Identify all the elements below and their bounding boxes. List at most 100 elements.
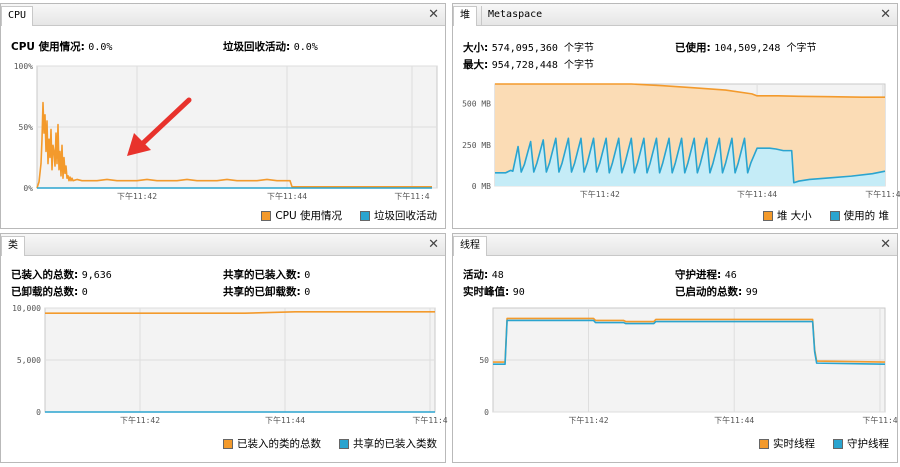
daemon-threads-stat: 守护进程: 46 — [675, 267, 737, 282]
cpu-titlebar: CPU ✕ — [1, 4, 445, 26]
cpu-usage-label: CPU 使用情况: — [11, 41, 85, 53]
legend-heap-size: 堆 大小 — [776, 210, 812, 222]
tab-classes[interactable]: 类 — [1, 236, 25, 256]
y-tick-label: 0 — [484, 408, 489, 417]
cpu-usage-stat: CPU 使用情况: 0.0% — [11, 39, 112, 54]
peak-threads-value: 90 — [512, 287, 525, 298]
y-tick-label: 50 — [479, 356, 489, 365]
close-icon[interactable]: ✕ — [880, 236, 891, 254]
legend-live-threads: 实时线程 — [773, 438, 815, 450]
gc-activity-value: 0.0% — [293, 42, 318, 53]
x-tick-label: 下午11:4 — [412, 415, 447, 425]
loaded-total-value: 9,636 — [81, 270, 112, 281]
y-tick-label: 500 MB — [462, 100, 491, 109]
legend-swatch-live — [759, 438, 769, 449]
x-tick-label: 下午11:44 — [714, 415, 754, 425]
peak-threads-stat: 实时峰值: 90 — [463, 284, 525, 299]
classes-chart-svg: 10,000 5,000 0 下午11:42 下午11:44 下午11:4 — [12, 304, 448, 425]
x-tick-label: 下午11:44 — [265, 415, 305, 425]
peak-threads-label: 实时峰值: — [463, 286, 510, 298]
heap-chart: 500 MB 250 MB 0 MB 下午11:42 下午11:44 下午11:4 — [453, 78, 900, 208]
y-tick-label: 0 — [36, 408, 41, 417]
legend-swatch-gc — [360, 210, 370, 221]
shared-loaded-value: 0 — [304, 270, 311, 281]
x-tick-label: 下午11:42 — [120, 415, 160, 425]
x-tick-label: 下午11:44 — [267, 191, 307, 201]
cpu-chart: 100% 50% 0% 下午11:42 下午11:44 下午11:4 — [1, 60, 447, 210]
close-icon[interactable]: ✕ — [428, 6, 439, 24]
threads-panel: 线程 ✕ 活动: 48 实时峰值: 90 守护进程: 46 已启动的总数: 99… — [452, 233, 898, 463]
y-tick-label: 5,000 — [17, 356, 41, 365]
classes-titlebar: 类 ✕ — [1, 234, 445, 256]
live-threads-value: 48 — [491, 270, 504, 281]
legend-daemon-threads: 守护线程 — [847, 438, 889, 450]
threads-legend: 实时线程 守护线程 — [759, 436, 889, 451]
x-tick-label: 下午11:42 — [580, 189, 620, 199]
x-tick-label: 下午11:4 — [862, 415, 897, 425]
live-threads-label: 活动: — [463, 269, 489, 281]
gc-activity-label: 垃圾回收活动: — [223, 41, 291, 53]
daemon-threads-value: 46 — [724, 270, 737, 281]
close-icon[interactable]: ✕ — [428, 236, 439, 254]
x-tick-label: 下午11:42 — [568, 415, 608, 425]
classes-chart: 10,000 5,000 0 下午11:42 下午11:44 下午11:4 — [1, 302, 448, 442]
threads-chart: 50 0 下午11:42 下午11:44 下午11:4 — [453, 302, 899, 442]
tab-cpu[interactable]: CPU — [1, 6, 34, 26]
heap-used-stat: 已使用: 104,509,248 个字节 — [675, 39, 816, 55]
y-tick-label: 100% — [14, 62, 33, 71]
heap-size-value: 574,095,360 个字节 — [491, 43, 594, 54]
heap-chart-svg: 500 MB 250 MB 0 MB 下午11:42 下午11:44 下午11:4 — [462, 83, 900, 199]
classes-panel: 类 ✕ 已装入的总数: 9,636 已卸载的总数: 0 共享的已装入数: 0 共… — [0, 233, 448, 463]
x-tick-label: 下午11:4 — [865, 189, 900, 199]
started-threads-value: 99 — [745, 287, 758, 298]
legend-heap-used: 使用的 堆 — [843, 210, 889, 222]
classes-legend: 已装入的类的总数 共享的已装入类数 — [223, 436, 437, 451]
y-tick-label: 250 MB — [462, 141, 491, 150]
tab-metaspace[interactable]: Metaspace — [481, 6, 548, 26]
legend-swatch-loaded — [223, 438, 233, 449]
loaded-total-label: 已装入的总数: — [11, 269, 79, 281]
heap-panel: 堆 Metaspace ✕ 大小: 574,095,360 个字节 已使用: 1… — [452, 3, 900, 229]
y-tick-label: 50% — [19, 123, 34, 132]
cpu-panel: CPU ✕ CPU 使用情况: 0.0% 垃圾回收活动: 0.0% 100% 50… — [0, 3, 446, 229]
legend-cpu-usage: CPU 使用情况 — [275, 210, 342, 222]
started-threads-stat: 已启动的总数: 99 — [675, 284, 758, 299]
shared-unloaded-value: 0 — [304, 287, 311, 298]
shared-loaded-label: 共享的已装入数: — [223, 269, 301, 281]
x-tick-label: 下午11:4 — [394, 191, 429, 201]
heap-used-label: 已使用: — [675, 42, 711, 54]
legend-shared-classes: 共享的已装入类数 — [353, 438, 437, 450]
legend-loaded-classes: 已装入的类的总数 — [237, 438, 321, 450]
heap-max-value: 954,728,448 个字节 — [491, 60, 594, 71]
legend-gc-activity: 垃圾回收活动 — [374, 210, 437, 222]
heap-used-value: 104,509,248 个字节 — [714, 43, 817, 54]
shared-unloaded-stat: 共享的已卸载数: 0 — [223, 284, 310, 299]
started-threads-label: 已启动的总数: — [675, 286, 743, 298]
cpu-chart-svg: 100% 50% 0% 下午11:42 下午11:44 下午11:4 — [14, 62, 438, 201]
legend-swatch-shared — [339, 438, 349, 449]
shared-unloaded-label: 共享的已卸载数: — [223, 286, 301, 298]
tab-threads[interactable]: 线程 — [453, 236, 487, 256]
heap-max-label: 最大: — [463, 59, 489, 71]
y-tick-label: 10,000 — [12, 304, 41, 313]
heap-size-label: 大小: — [463, 42, 489, 54]
legend-swatch-cpu — [261, 210, 272, 221]
legend-swatch-daemon — [833, 438, 843, 449]
gc-activity-stat: 垃圾回收活动: 0.0% — [223, 39, 318, 54]
close-icon[interactable]: ✕ — [880, 6, 891, 24]
tab-heap[interactable]: 堆 — [453, 6, 477, 26]
unloaded-total-value: 0 — [81, 287, 88, 298]
loaded-total-stat: 已装入的总数: 9,636 — [11, 267, 112, 282]
daemon-threads-label: 守护进程: — [675, 269, 722, 281]
threads-chart-svg: 50 0 下午11:42 下午11:44 下午11:4 — [479, 307, 898, 425]
heap-titlebar: 堆 Metaspace ✕ — [453, 4, 897, 26]
legend-swatch-heap-used — [829, 210, 840, 221]
live-threads-stat: 活动: 48 — [463, 267, 504, 282]
legend-swatch-heap-size — [762, 210, 773, 221]
y-tick-label: 0 MB — [472, 182, 491, 191]
shared-loaded-stat: 共享的已装入数: 0 — [223, 267, 310, 282]
threads-titlebar: 线程 ✕ — [453, 234, 897, 256]
heap-max-stat: 最大: 954,728,448 个字节 — [463, 56, 594, 72]
unloaded-total-label: 已卸载的总数: — [11, 286, 79, 298]
cpu-usage-value: 0.0% — [88, 42, 113, 53]
